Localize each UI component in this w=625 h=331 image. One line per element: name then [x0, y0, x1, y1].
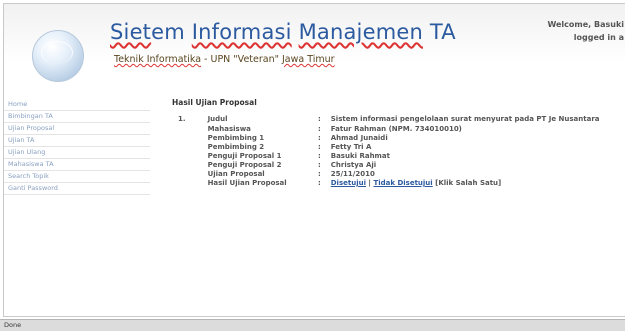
item-number: 1. [178, 115, 186, 123]
table-row: Pembimbing 2 : Fetty Tri A [172, 143, 625, 152]
subtitle-part: Teknik Informatika [114, 54, 202, 65]
table-row: Mahasiswa : Fatur Rahman (NPM. 734010010… [172, 125, 625, 134]
main-content: Hasil Ujian Proposal 1. Judul : Sistem i… [172, 98, 625, 188]
sidebar-item-home[interactable]: Home [4, 99, 150, 111]
table-row: Pembimbing 1 : Ahmad Junaidi [172, 134, 625, 143]
site-subtitle: Teknik Informatika - UPN "Veteran" Jawa … [114, 54, 335, 65]
subtitle-part: - UPN "Veteran" [201, 54, 282, 65]
result-note: [Klik Salah Satu] [432, 179, 502, 187]
site-title-part [292, 20, 299, 44]
sidebar-item-ujian-ta[interactable]: Ujian TA [4, 135, 150, 147]
field-label: Ujian Proposal [207, 170, 265, 178]
page-title: Hasil Ujian Proposal [172, 98, 257, 107]
field-value: Fatur Rahman (NPM. 734010010) [330, 125, 462, 133]
field-label: Hasil Ujian Proposal [207, 179, 287, 187]
field-value: Basuki Rahmat [330, 152, 390, 160]
field-label: Pembimbing 1 [207, 134, 265, 142]
field-separator: : [317, 143, 321, 151]
reject-link[interactable]: Tidak Disetujui [373, 179, 432, 187]
sidebar-item-mahasiswa-ta[interactable]: Mahasiswa TA [4, 159, 150, 171]
welcome-message: Welcome, Basuki logged in a [494, 18, 624, 44]
field-label: Penguji Proposal 2 [207, 161, 282, 169]
site-title: Sietem Informasi Manajemen TA [110, 20, 456, 44]
page-frame: Sietem Informasi Manajemen TA Teknik Inf… [3, 3, 625, 317]
table-row: Penguji Proposal 2 : Christya Aji [172, 161, 625, 170]
field-label: Judul [207, 115, 228, 123]
welcome-line-1: Welcome, Basuki [547, 20, 624, 29]
field-separator: : [317, 161, 321, 169]
sidebar-item-ganti-password[interactable]: Ganti Password [4, 183, 150, 195]
field-separator: : [317, 115, 321, 123]
sidebar-nav: Home Bimbingan TA Ujian Proposal Ujian T… [4, 99, 154, 195]
table-row: Hasil Ujian Proposal : Disetujui | Tidak… [172, 179, 625, 188]
sidebar-item-bimbingan-ta[interactable]: Bimbingan TA [4, 111, 150, 123]
table-row: 1. Judul : Sistem informasi pengelolaan … [172, 115, 625, 125]
sidebar-item-ujian-ulang[interactable]: Ujian Ulang [4, 147, 150, 159]
table-row: Penguji Proposal 1 : Basuki Rahmat [172, 152, 625, 161]
result-actions: Disetujui | Tidak Disetujui [Klik Salah … [331, 179, 625, 188]
site-title-part: Siet [110, 20, 152, 44]
field-label: Penguji Proposal 1 [207, 152, 282, 160]
status-text: Done [4, 321, 22, 329]
field-value: Christya Aji [330, 161, 377, 169]
field-separator: : [317, 125, 321, 133]
sidebar-item-ujian-proposal[interactable]: Ujian Proposal [4, 123, 150, 135]
field-value: 25/11/2010 [330, 170, 375, 178]
site-title-part: TA [423, 20, 456, 44]
site-title-part: Manajemen [298, 20, 423, 44]
header: Sietem Informasi Manajemen TA Teknik Inf… [4, 4, 625, 87]
browser-status-bar: Done [0, 319, 625, 331]
table-row: Ujian Proposal : 25/11/2010 [172, 170, 625, 179]
globe-logo-icon [32, 30, 84, 82]
proposal-result-table: 1. Judul : Sistem informasi pengelolaan … [172, 115, 625, 188]
sidebar-item-search-topik[interactable]: Search Topik [4, 171, 150, 183]
site-title-part: Informasi [191, 20, 292, 44]
subtitle-part: Jawa Timur [282, 54, 335, 65]
site-title-part: em [151, 20, 192, 44]
field-separator: : [317, 179, 321, 187]
field-value: Ahmad Junaidi [330, 134, 388, 142]
field-separator: : [317, 134, 321, 142]
field-separator: : [317, 170, 321, 178]
field-value: Fetty Tri A [330, 143, 372, 151]
accept-link[interactable]: Disetujui [331, 179, 366, 187]
field-separator: : [317, 152, 321, 160]
welcome-line-2: logged in a [573, 33, 624, 42]
field-label: Pembimbing 2 [207, 143, 265, 151]
field-value: Sistem informasi pengelolaan surat menyu… [330, 115, 600, 123]
field-label: Mahasiswa [207, 125, 251, 133]
